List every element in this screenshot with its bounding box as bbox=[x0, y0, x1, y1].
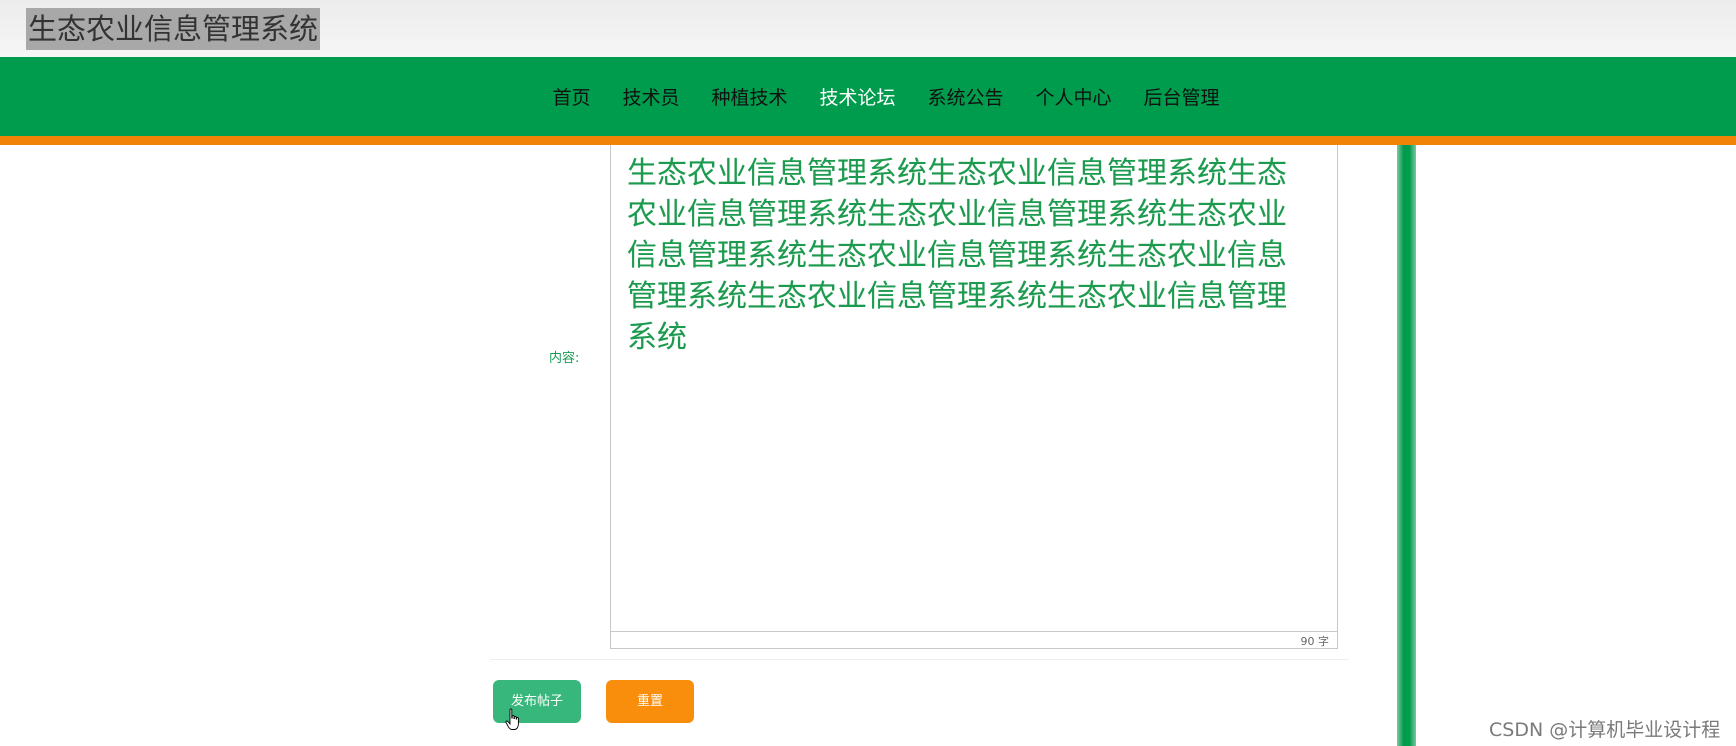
content-label: 内容: bbox=[549, 351, 580, 366]
nav-item-technicians[interactable]: 技术员 bbox=[622, 83, 679, 110]
watermark-text: CSDN @计算机毕业设计程 bbox=[1489, 719, 1721, 741]
editor-status-bar: 90 字 bbox=[611, 631, 1337, 648]
reset-button[interactable]: 重置 bbox=[606, 680, 694, 723]
form-divider bbox=[490, 659, 1349, 660]
nav-item-admin[interactable]: 后台管理 bbox=[1144, 83, 1220, 110]
site-title: 生态农业信息管理系统 bbox=[26, 8, 321, 50]
nav-item-home[interactable]: 首页 bbox=[552, 83, 590, 110]
word-count: 90 字 bbox=[1300, 635, 1330, 648]
accent-strip bbox=[0, 136, 1736, 145]
content-editor[interactable]: 生态农业信息管理系统生态农业信息管理系统生态农业信息管理系统生态农业信息管理系统… bbox=[610, 145, 1338, 649]
top-header: 生态农业信息管理系统 bbox=[0, 0, 1736, 57]
nav-item-personal-center[interactable]: 个人中心 bbox=[1036, 83, 1112, 110]
hand-pointer-icon bbox=[505, 708, 519, 730]
side-decoration-bar bbox=[1397, 145, 1416, 746]
editor-text[interactable]: 生态农业信息管理系统生态农业信息管理系统生态农业信息管理系统生态农业信息管理系统… bbox=[627, 153, 1311, 358]
nav-item-announcements[interactable]: 系统公告 bbox=[928, 83, 1004, 110]
nav-item-tech-forum[interactable]: 技术论坛 bbox=[819, 83, 895, 110]
main-nav: 首页 技术员 种植技术 技术论坛 系统公告 个人中心 后台管理 bbox=[0, 57, 1736, 136]
nav-item-planting-tech[interactable]: 种植技术 bbox=[711, 83, 787, 110]
